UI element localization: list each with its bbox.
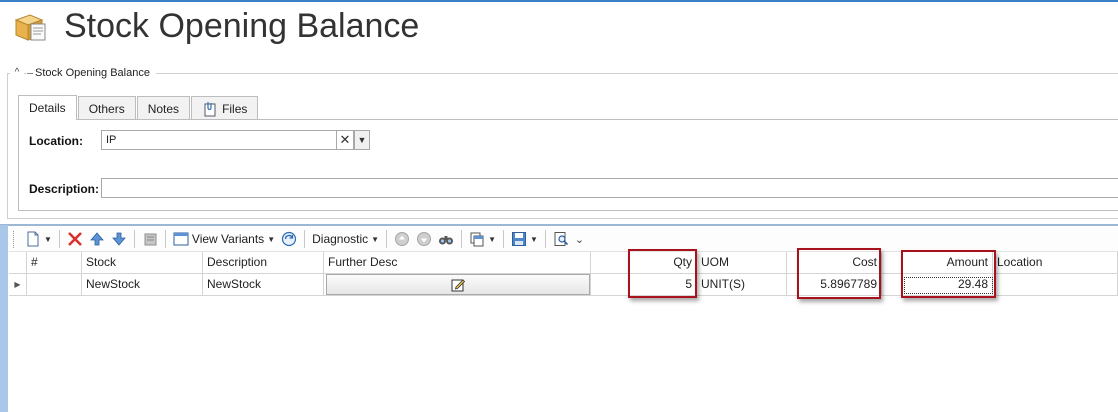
toolbar-separator <box>461 230 463 248</box>
grid-header-row: # Stock Description Further Desc Qty UOM… <box>9 252 1118 274</box>
column-header-cost[interactable]: Cost <box>787 252 882 274</box>
toolbar-separator <box>164 230 166 248</box>
window-top-accent <box>0 0 1118 2</box>
row-indicator-icon: ▶ <box>9 274 27 296</box>
column-header-number[interactable]: # <box>27 252 82 274</box>
location-label: Location: <box>29 134 83 148</box>
window-icon <box>173 232 189 246</box>
copy-icon <box>470 232 484 247</box>
tab-notes[interactable]: Notes <box>136 96 191 120</box>
side-strip <box>0 225 8 412</box>
column-header-description[interactable]: Description <box>203 252 324 274</box>
tab-details[interactable]: Details <box>18 95 77 120</box>
move-down-button[interactable] <box>108 229 130 249</box>
file-attach-icon <box>204 101 216 116</box>
description-input[interactable] <box>101 178 1118 198</box>
package-icon <box>14 14 46 41</box>
chevron-up-icon[interactable]: ^ <box>10 66 24 80</box>
arrow-down-icon <box>112 232 126 246</box>
cell-number[interactable] <box>27 274 82 296</box>
circle-up-icon <box>395 232 410 246</box>
toolbar-separator <box>133 230 135 248</box>
column-header-amount[interactable]: Amount <box>882 252 993 274</box>
row-indicator-header <box>9 252 27 274</box>
toolbar-separator <box>502 230 504 248</box>
arrow-up-icon <box>90 232 104 246</box>
cell-uom[interactable]: UNIT(S) <box>697 274 787 296</box>
circle-down-icon <box>417 232 432 246</box>
location-input[interactable]: IP <box>101 130 337 150</box>
preview-button[interactable] <box>550 229 572 249</box>
diagnostic-label: Diagnostic <box>312 232 369 246</box>
view-variants-button[interactable]: View Variants ▼ <box>170 229 278 249</box>
tab-label: Details <box>29 101 66 115</box>
column-header-qty[interactable]: Qty <box>591 252 697 274</box>
cell-stock[interactable]: NewStock <box>82 274 203 296</box>
nav-up-button[interactable] <box>391 229 413 249</box>
find-button[interactable] <box>435 229 457 249</box>
document-search-icon <box>554 232 568 246</box>
group-legend: Stock Opening Balance <box>26 66 156 80</box>
description-label: Description: <box>29 182 100 196</box>
tab-files[interactable]: Files <box>191 96 259 120</box>
detail-tabs: Details Others Notes Files <box>18 95 259 120</box>
new-document-icon <box>27 231 39 247</box>
chevron-down-icon: ⌄ <box>574 233 585 246</box>
move-up-button[interactable] <box>86 229 108 249</box>
toolbar-grip[interactable] <box>13 230 16 248</box>
new-row-button[interactable]: ▼ <box>22 229 55 249</box>
floppy-disk-icon <box>511 232 526 246</box>
nav-down-button[interactable] <box>413 229 435 249</box>
splitter[interactable] <box>0 224 1118 226</box>
toolbar-overflow-button[interactable]: ⌄ <box>572 229 587 249</box>
column-header-stock[interactable]: Stock <box>82 252 203 274</box>
cell-cost[interactable]: 5.8967789 <box>787 274 882 296</box>
dropdown-arrow-icon: ▼ <box>44 234 52 244</box>
copy-button[interactable]: ▼ <box>466 229 499 249</box>
dropdown-arrow-icon: ▼ <box>529 234 538 244</box>
toolbar-separator <box>304 230 306 248</box>
edit-note-icon <box>451 278 466 291</box>
column-header-uom[interactable]: UOM <box>697 252 787 274</box>
cell-location[interactable] <box>993 274 1118 296</box>
stack-icon <box>144 233 157 246</box>
dropdown-arrow-icon: ▼ <box>488 234 496 244</box>
tab-label: Files <box>222 101 248 116</box>
tab-label: Notes <box>147 101 180 116</box>
dropdown-arrow-icon: ▼ <box>267 234 276 244</box>
tab-others[interactable]: Others <box>77 96 136 120</box>
cell-description[interactable]: NewStock <box>203 274 324 296</box>
toolbar-separator <box>58 230 60 248</box>
refresh-button[interactable] <box>278 229 300 249</box>
refresh-icon <box>282 231 297 247</box>
delete-button[interactable] <box>64 229 86 249</box>
column-header-further-desc[interactable]: Further Desc <box>324 252 591 274</box>
cell-qty[interactable]: 5 <box>591 274 697 296</box>
toolbar-separator <box>544 230 546 248</box>
tab-label: Others <box>88 101 125 116</box>
further-desc-edit-button[interactable] <box>326 274 590 295</box>
delete-icon <box>68 232 82 246</box>
chevron-down-icon[interactable]: ▼ <box>354 130 370 150</box>
save-layout-button[interactable]: ▼ <box>508 229 541 249</box>
clear-icon[interactable]: ✕ <box>337 130 354 150</box>
column-header-location[interactable]: Location <box>993 252 1118 274</box>
focus-rectangle <box>904 277 993 294</box>
binoculars-icon <box>439 236 454 245</box>
dropdown-arrow-icon: ▼ <box>371 234 380 244</box>
view-variants-label: View Variants <box>191 232 265 246</box>
diagnostic-button[interactable]: Diagnostic ▼ <box>309 229 382 249</box>
grid-toolbar: ▼ View Variants ▼ Diagnostic ▼ ▼ ▼ ⌄ <box>9 227 1118 252</box>
toolbar-separator <box>386 230 388 248</box>
print-button[interactable] <box>139 229 161 249</box>
page-title: Stock Opening Balance <box>64 7 420 45</box>
